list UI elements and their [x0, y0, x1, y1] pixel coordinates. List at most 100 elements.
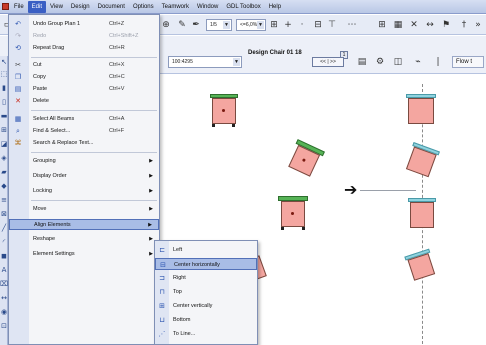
menu-file[interactable]: File — [10, 1, 28, 13]
view-combo[interactable]: 100:4295 ▼ — [168, 56, 242, 68]
chevron-down-icon: ▼ — [223, 21, 230, 29]
submenu-item-right[interactable]: ⊐ Right — [155, 272, 257, 284]
menu-view[interactable]: View — [46, 1, 67, 13]
line-tool-icon[interactable]: ╱ — [0, 224, 8, 232]
marquee-tool-icon[interactable]: ⬚ — [0, 70, 8, 78]
chair-object-aligned[interactable] — [408, 198, 436, 230]
align-center-vertical-icon: ⊞ — [159, 302, 165, 310]
hatch-icon[interactable]: ▤ — [356, 56, 368, 68]
mesh-tool-icon[interactable]: ⊠ — [0, 210, 8, 218]
marker-icon[interactable]: † — [458, 19, 470, 31]
chair-object[interactable] — [210, 94, 238, 128]
stair-tool-icon[interactable]: ≡ — [0, 196, 8, 204]
menu-item-label: Align Elements — [34, 222, 71, 228]
menu-item-shortcut: Ctrl+R — [109, 45, 125, 51]
menu-item-delete[interactable]: ✕ Delete — [9, 96, 159, 107]
close-icon[interactable]: ✕ — [408, 19, 420, 31]
menu-teamwork[interactable]: Teamwork — [158, 1, 193, 13]
menu-item-copy[interactable]: ❐ Copy Ctrl+C — [9, 72, 159, 83]
chair-object-aligned[interactable] — [404, 248, 437, 284]
menu-item-grouping[interactable]: Grouping ▶ — [9, 156, 159, 167]
menu-edit[interactable]: Edit — [27, 0, 47, 13]
menu-item-cut[interactable]: ✂ Cut Ctrl+X — [9, 60, 159, 71]
menu-item-search-replace[interactable]: ⌘ Search & Replace Text... — [9, 138, 159, 149]
menu-window[interactable]: Window — [193, 1, 222, 13]
table-icon[interactable]: ▦ — [392, 19, 404, 31]
column-tool-icon[interactable]: ▯ — [0, 98, 8, 106]
layout-icon[interactable]: ⊞ — [376, 19, 388, 31]
menu-separator — [31, 57, 157, 58]
settings-icon[interactable]: ⚙ — [374, 56, 386, 68]
cut-icon: ✂ — [15, 61, 21, 69]
fill-tool-icon[interactable]: ◼ — [0, 252, 8, 260]
arrow-tool-icon[interactable]: ↖ — [0, 58, 8, 66]
submenu-item-to-line[interactable]: ⋰ To Line... — [155, 328, 257, 340]
flag-icon[interactable]: ⚑ — [440, 19, 452, 31]
menu-item-move[interactable]: Move ▶ — [9, 204, 159, 215]
grid-icon[interactable]: ⊟ — [312, 19, 324, 31]
zoom-combo[interactable]: 1/5 ▼ — [206, 19, 232, 31]
dimension-icon[interactable]: ↔ — [424, 19, 436, 31]
zone-tool-icon[interactable]: ⊡ — [0, 322, 8, 330]
chair-object-aligned[interactable] — [404, 142, 440, 178]
dimension-tool-icon[interactable]: ↔ — [0, 294, 8, 302]
window-tool-icon[interactable]: ⊞ — [0, 126, 8, 134]
text-tool-icon[interactable]: A — [0, 266, 8, 274]
submenu-item-center-vertically[interactable]: ⊞ Center vertically — [155, 300, 257, 312]
brush-icon[interactable]: ⌁ — [412, 56, 424, 68]
chair-object[interactable] — [285, 139, 325, 179]
label-tool-icon[interactable]: ⌧ — [0, 280, 8, 288]
menu-item-repeat-drag[interactable]: ⟲ Repeat Drag Ctrl+R — [9, 43, 159, 54]
pencil-icon[interactable]: ✎ — [176, 19, 188, 31]
menu-item-find-select[interactable]: ⌕ Find & Select... Ctrl+F — [9, 126, 159, 137]
nav-box[interactable]: << | >> — [312, 57, 344, 67]
slab-tool-icon[interactable]: ▰ — [0, 168, 8, 176]
menu-item-undo[interactable]: ↶ Undo Group Plan 1 Ctrl+Z — [9, 19, 159, 30]
chevron-down-icon: ▼ — [233, 58, 240, 66]
menu-design[interactable]: Design — [67, 1, 94, 13]
chair-object-aligned[interactable] — [406, 94, 436, 126]
submenu-arrow-icon: ▶ — [149, 206, 153, 212]
ruler-icon[interactable]: ⊤ — [326, 19, 338, 31]
submenu-item-label: Center vertically — [173, 303, 213, 309]
chair-object[interactable] — [278, 196, 308, 230]
menu-item-display-order[interactable]: Display Order ▶ — [9, 171, 159, 182]
submenu-item-top[interactable]: ⊓ Top — [155, 286, 257, 298]
dot-icon[interactable]: · — [296, 19, 308, 31]
submenu-item-left[interactable]: ⊏ Left — [155, 244, 257, 256]
layers-icon[interactable]: ◫ — [392, 56, 404, 68]
snap-icon[interactable]: ⊞ — [268, 19, 280, 31]
menu-options[interactable]: Options — [129, 1, 158, 13]
submenu-item-bottom[interactable]: ⊔ Bottom — [155, 314, 257, 326]
chair-leg — [212, 124, 215, 127]
wall-tool-icon[interactable]: ▮ — [0, 84, 8, 92]
menu-item-select-all[interactable]: ▦ Select All Beams Ctrl+A — [9, 114, 159, 125]
menu-item-align-elements[interactable]: Align Elements ▶ — [9, 219, 159, 230]
object-tool-icon[interactable]: ◈ — [0, 154, 8, 162]
roof-tool-icon[interactable]: ◆ — [0, 182, 8, 190]
menu-item-reshape[interactable]: Reshape ▶ — [9, 234, 159, 245]
chair-hotspot — [222, 109, 225, 112]
pen-icon[interactable]: ✒ — [190, 19, 202, 31]
arc-tool-icon[interactable]: ◜ — [0, 238, 8, 246]
menu-item-element-settings[interactable]: Element Settings ▶ — [9, 249, 159, 260]
submenu-item-center-horizontally[interactable]: ⊟ Center horizontally — [155, 258, 257, 270]
menu-help[interactable]: Help — [265, 1, 285, 13]
trace-icon[interactable]: ⋯ — [346, 19, 358, 31]
more-icon[interactable]: » — [472, 19, 484, 31]
plus-icon[interactable]: + — [282, 19, 294, 31]
flow-button[interactable]: Flow t — [452, 56, 484, 68]
door-tool-icon[interactable]: ◪ — [0, 140, 8, 148]
camera-tool-icon[interactable]: ◉ — [0, 308, 8, 316]
beam-tool-icon[interactable]: ▬ — [0, 112, 8, 120]
menu-item-paste[interactable]: ▤ Paste Ctrl+V — [9, 84, 159, 95]
menu-item-label: Delete — [33, 98, 49, 104]
menu-gdl-toolbox[interactable]: GDL Toolbox — [222, 1, 264, 13]
zoom-icon[interactable]: ⊕ — [160, 19, 172, 31]
submenu-item-label: Left — [173, 247, 183, 253]
layer-combo[interactable]: <=6,0% ▼ — [236, 19, 266, 31]
menu-item-locking[interactable]: Locking ▶ — [9, 186, 159, 197]
align-elements-submenu: ⊏ Left ⊟ Center horizontally ⊐ Right ⊓ T… — [154, 240, 258, 345]
menu-separator — [31, 110, 157, 111]
menu-document[interactable]: Document — [94, 1, 129, 13]
